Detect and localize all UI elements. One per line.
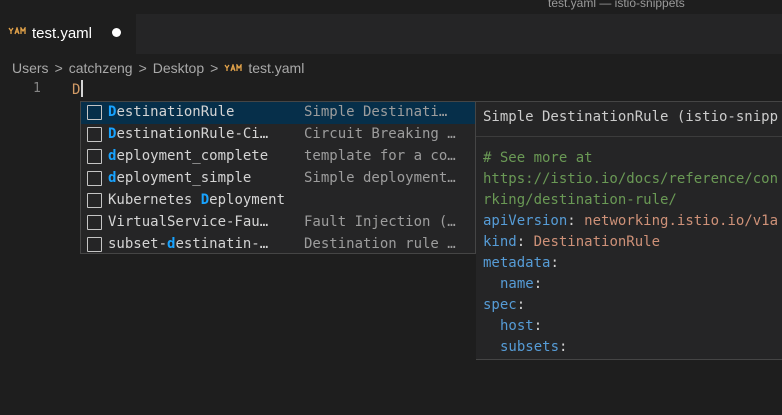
yaml-file-icon bbox=[8, 27, 26, 35]
suggest-detail: Destination rule … bbox=[304, 236, 456, 252]
suggest-label: DestinationRule bbox=[108, 104, 235, 120]
tab-test-yaml[interactable]: test.yaml bbox=[0, 14, 136, 54]
snippet-icon bbox=[87, 215, 102, 230]
line-number: 1 bbox=[33, 81, 41, 96]
details-code-line: spec: bbox=[483, 297, 526, 313]
suggest-widget: DestinationRule Simple Destinati… Destin… bbox=[80, 101, 476, 254]
suggest-detail: template for a co… bbox=[304, 148, 456, 164]
breadcrumb-separator: > bbox=[210, 60, 219, 76]
suggest-item[interactable]: DestinationRule-Ci… Circuit Breaking … bbox=[81, 124, 475, 146]
snippet-icon bbox=[87, 193, 102, 208]
suggest-label: VirtualService-Fau… bbox=[108, 214, 269, 230]
snippet-icon bbox=[87, 149, 102, 164]
details-code-line: kind: DestinationRule bbox=[483, 234, 661, 250]
suggest-item[interactable]: deployment_complete template for a co… bbox=[81, 146, 475, 168]
details-code-line: host: bbox=[500, 318, 543, 334]
tab-bar: test.yaml bbox=[0, 14, 782, 54]
code-line[interactable]: D bbox=[72, 80, 84, 98]
typed-text: D bbox=[72, 82, 81, 98]
details-code-line: name: bbox=[500, 276, 543, 292]
title-bar: test.yaml — istio-snippets bbox=[0, 0, 782, 14]
suggest-detail: Simple deployment… bbox=[304, 170, 456, 186]
snippet-icon bbox=[87, 237, 102, 252]
details-comment: https://istio.io/docs/reference/con bbox=[483, 171, 779, 187]
details-comment: # See more at bbox=[483, 150, 593, 166]
breadcrumb-item-catchzeng[interactable]: catchzeng bbox=[69, 60, 133, 76]
breadcrumb-separator: > bbox=[54, 60, 63, 76]
suggest-details-panel: Simple DestinationRule (istio-snipp # Se… bbox=[476, 101, 782, 360]
suggest-detail: Simple Destinati… bbox=[304, 104, 448, 120]
details-code-line: apiVersion: networking.istio.io/v1a bbox=[483, 213, 779, 229]
breadcrumb-item-users[interactable]: Users bbox=[12, 60, 49, 76]
divider bbox=[476, 136, 782, 137]
tab-label: test.yaml bbox=[32, 25, 93, 42]
details-comment: rking/destination-rule/ bbox=[483, 192, 677, 208]
suggest-label: Kubernetes Deployment bbox=[108, 192, 286, 208]
suggest-label: deployment_simple bbox=[108, 170, 252, 186]
suggest-label: subset-destinatin-… bbox=[108, 236, 269, 252]
suggest-item[interactable]: Kubernetes Deployment bbox=[81, 190, 475, 212]
suggest-label: DestinationRule-Ci… bbox=[108, 126, 269, 142]
breadcrumb-item-desktop[interactable]: Desktop bbox=[153, 60, 204, 76]
snippet-icon bbox=[87, 171, 102, 186]
text-cursor bbox=[81, 80, 84, 97]
suggest-item[interactable]: DestinationRule Simple Destinati… bbox=[81, 102, 475, 124]
unsaved-indicator-icon[interactable] bbox=[112, 28, 121, 37]
breadcrumb-item-file[interactable]: test.yaml bbox=[248, 60, 304, 76]
details-title: Simple DestinationRule (istio-snipp bbox=[483, 109, 779, 125]
suggest-item[interactable]: subset-destinatin-… Destination rule … bbox=[81, 234, 475, 256]
window-title: test.yaml — istio-snippets bbox=[548, 0, 685, 10]
suggest-label: deployment_complete bbox=[108, 148, 269, 164]
suggest-item[interactable]: VirtualService-Fau… Fault Injection (… bbox=[81, 212, 475, 234]
details-code-line: metadata: bbox=[483, 255, 559, 271]
suggest-item[interactable]: deployment_simple Simple deployment… bbox=[81, 168, 475, 190]
breadcrumb-separator: > bbox=[138, 60, 147, 76]
suggest-detail: Circuit Breaking … bbox=[304, 126, 456, 142]
suggest-detail: Fault Injection (… bbox=[304, 214, 456, 230]
breadcrumb: Users > catchzeng > Desktop > test.yaml bbox=[12, 59, 304, 77]
yaml-file-icon bbox=[224, 64, 242, 72]
details-code-line: subsets: bbox=[500, 339, 568, 355]
snippet-icon bbox=[87, 105, 102, 120]
snippet-icon bbox=[87, 127, 102, 142]
